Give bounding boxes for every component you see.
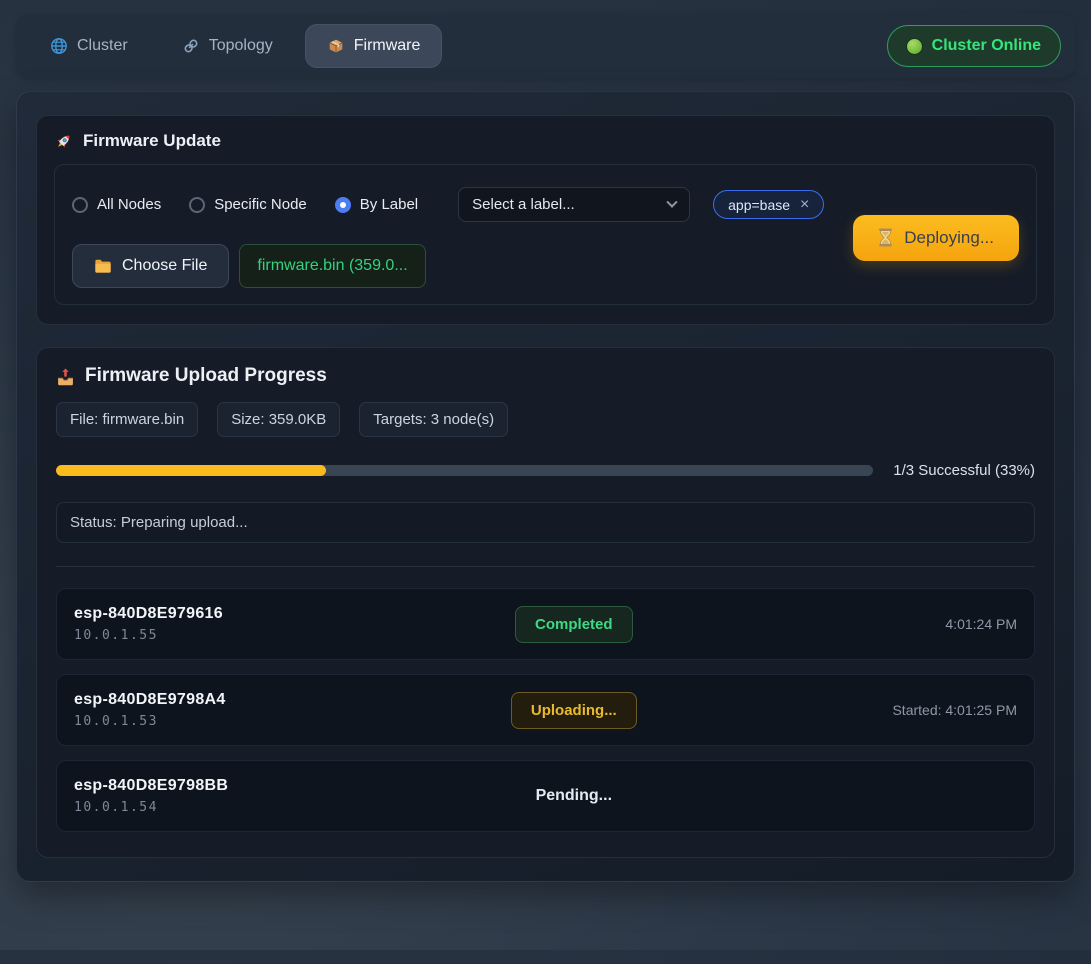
radio-icon bbox=[189, 197, 205, 213]
cluster-online-badge: Cluster Online bbox=[887, 25, 1061, 67]
firmware-update-title-row: Firmware Update bbox=[54, 131, 1037, 151]
radio-label: Specific Node bbox=[214, 196, 307, 213]
label-chip-text: app=base bbox=[728, 197, 790, 213]
node-status-cell: Uploading... bbox=[376, 692, 772, 729]
node-info: esp-840D8E979616 10.0.1.55 bbox=[74, 605, 376, 643]
node-ip: 10.0.1.53 bbox=[74, 714, 376, 729]
progress-fill bbox=[56, 465, 326, 476]
tab-cluster[interactable]: Cluster bbox=[28, 24, 150, 68]
node-ip: 10.0.1.54 bbox=[74, 800, 376, 815]
radio-label: All Nodes bbox=[97, 196, 161, 213]
firmware-update-form: All Nodes Specific Node By Label Select … bbox=[54, 164, 1037, 305]
node-ip: 10.0.1.55 bbox=[74, 628, 376, 643]
form-left: All Nodes Specific Node By Label Select … bbox=[72, 187, 853, 288]
node-status-cell: Pending... bbox=[376, 787, 772, 805]
radio-icon bbox=[72, 197, 88, 213]
choose-file-label: Choose File bbox=[122, 257, 207, 275]
radio-icon bbox=[335, 197, 351, 213]
node-status-cell: Completed bbox=[376, 606, 772, 643]
file-row: Choose File firmware.bin (359.0... bbox=[72, 244, 853, 288]
node-time: 4:01:24 PM bbox=[772, 616, 1017, 632]
rocket-icon bbox=[54, 132, 73, 151]
firmware-update-title: Firmware Update bbox=[83, 131, 221, 151]
top-nav: Cluster Topology Firmware Cluster Online bbox=[16, 14, 1075, 78]
radio-label: By Label bbox=[360, 196, 418, 213]
upload-tray-icon bbox=[56, 367, 75, 386]
online-dot-icon bbox=[907, 39, 922, 54]
node-info: esp-840D8E9798A4 10.0.1.53 bbox=[74, 691, 376, 729]
progress-label: 1/3 Successful (33%) bbox=[893, 462, 1035, 479]
upload-progress-title-row: Firmware Upload Progress bbox=[56, 365, 1035, 387]
radio-specific-node[interactable]: Specific Node bbox=[189, 196, 307, 213]
selected-file-name: firmware.bin (359.0... bbox=[257, 257, 407, 274]
upload-progress-title: Firmware Upload Progress bbox=[85, 365, 327, 387]
meta-file: File: firmware.bin bbox=[56, 402, 198, 437]
node-list: esp-840D8E979616 10.0.1.55 Completed 4:0… bbox=[56, 588, 1035, 832]
folder-icon bbox=[94, 258, 112, 274]
radio-by-label[interactable]: By Label bbox=[335, 196, 418, 213]
cluster-online-label: Cluster Online bbox=[932, 37, 1041, 55]
tab-label: Topology bbox=[209, 37, 273, 55]
meta-size: Size: 359.0KB bbox=[217, 402, 340, 437]
node-row: esp-840D8E9798BB 10.0.1.54 Pending... bbox=[56, 760, 1035, 832]
node-name: esp-840D8E9798BB bbox=[74, 777, 376, 795]
upload-progress-card: Firmware Upload Progress File: firmware.… bbox=[36, 347, 1055, 858]
node-name: esp-840D8E9798A4 bbox=[74, 691, 376, 709]
target-mode-radios: All Nodes Specific Node By Label Select … bbox=[72, 187, 853, 222]
node-status-badge: Pending... bbox=[536, 787, 612, 805]
node-time: Started: 4:01:25 PM bbox=[772, 702, 1017, 718]
tab-firmware[interactable]: Firmware bbox=[305, 24, 443, 68]
firmware-update-card: Firmware Update All Nodes Specific Node … bbox=[36, 115, 1055, 325]
selected-file-chip[interactable]: firmware.bin (359.0... bbox=[239, 244, 425, 288]
label-select-placeholder: Select a label... bbox=[472, 196, 575, 213]
tab-topology[interactable]: Topology bbox=[160, 24, 295, 68]
selected-label-chip[interactable]: app=base × bbox=[713, 190, 824, 219]
tab-label: Cluster bbox=[77, 37, 128, 55]
choose-file-button[interactable]: Choose File bbox=[72, 244, 229, 288]
meta-targets: Targets: 3 node(s) bbox=[359, 402, 508, 437]
node-status-badge: Completed bbox=[515, 606, 633, 643]
link-icon bbox=[182, 37, 200, 55]
globe-icon bbox=[50, 37, 68, 55]
node-status-badge: Uploading... bbox=[511, 692, 637, 729]
package-icon bbox=[327, 37, 345, 55]
main-content: Firmware Update All Nodes Specific Node … bbox=[16, 91, 1075, 882]
divider bbox=[56, 566, 1035, 567]
radio-all-nodes[interactable]: All Nodes bbox=[72, 196, 161, 213]
chevron-down-icon bbox=[666, 196, 677, 207]
status-box: Status: Preparing upload... bbox=[56, 502, 1035, 543]
node-info: esp-840D8E9798BB 10.0.1.54 bbox=[74, 777, 376, 815]
label-select[interactable]: Select a label... bbox=[458, 187, 690, 222]
nav-tabs: Cluster Topology Firmware bbox=[28, 24, 442, 68]
deploy-button-label: Deploying... bbox=[904, 228, 994, 248]
remove-label-icon[interactable]: × bbox=[800, 197, 809, 213]
node-name: esp-840D8E979616 bbox=[74, 605, 376, 623]
node-row: esp-840D8E979616 10.0.1.55 Completed 4:0… bbox=[56, 588, 1035, 660]
progress-row: 1/3 Successful (33%) bbox=[56, 462, 1035, 479]
deploy-button[interactable]: Deploying... bbox=[853, 215, 1019, 261]
status-text: Status: Preparing upload... bbox=[70, 514, 248, 531]
hourglass-icon bbox=[878, 228, 893, 247]
progress-bar bbox=[56, 465, 873, 476]
upload-meta-row: File: firmware.bin Size: 359.0KB Targets… bbox=[56, 402, 1035, 437]
node-row: esp-840D8E9798A4 10.0.1.53 Uploading... … bbox=[56, 674, 1035, 746]
tab-label: Firmware bbox=[354, 37, 421, 55]
